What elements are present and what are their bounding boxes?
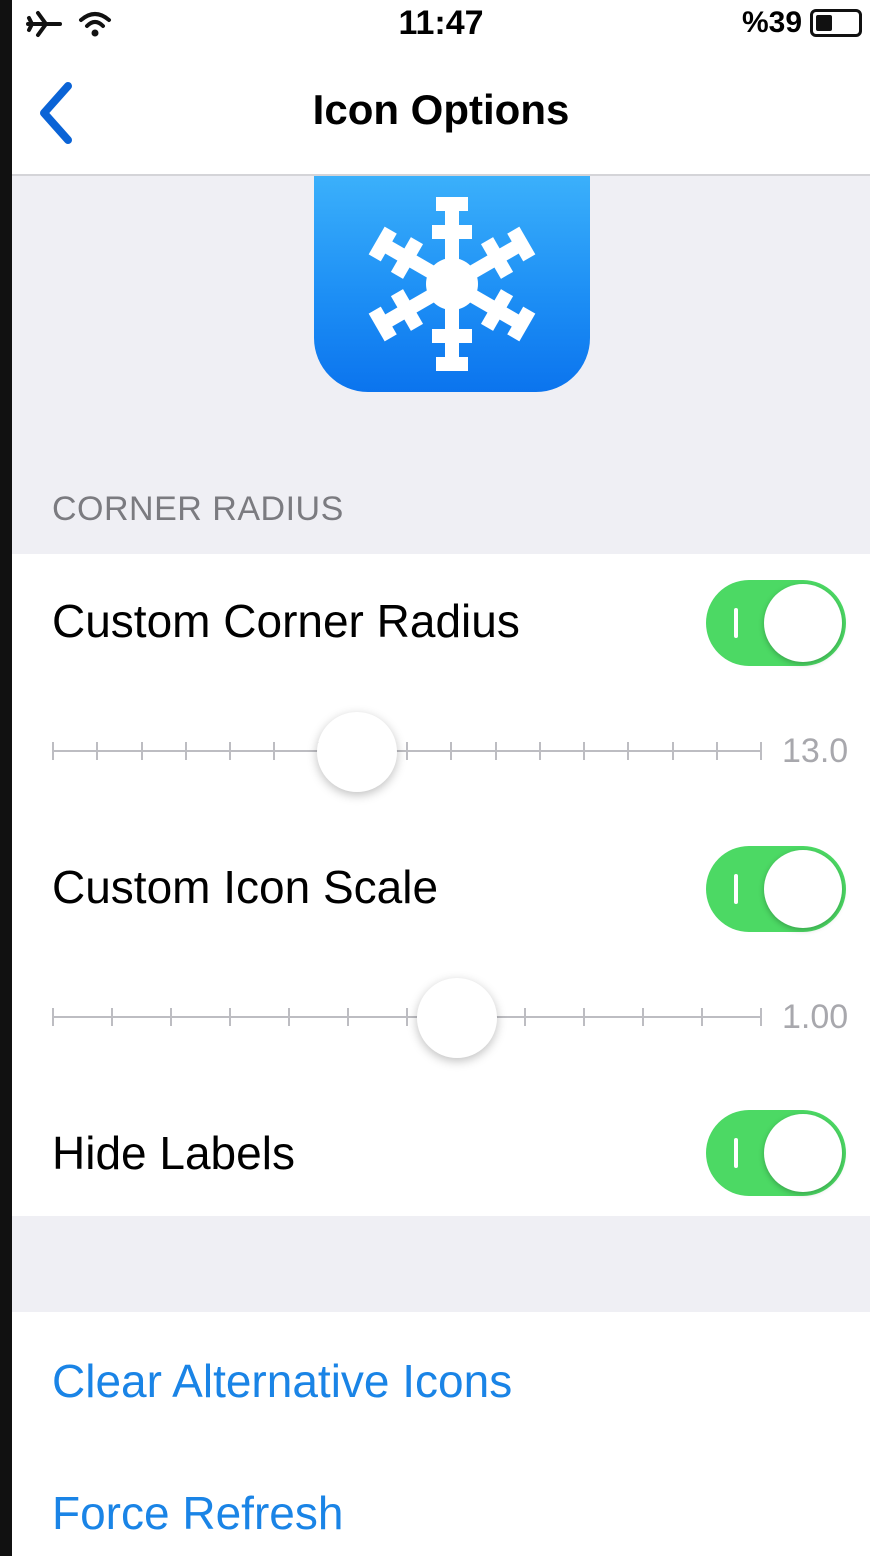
slider-tick [141,742,143,760]
snowflake-icon [352,197,552,374]
slider-tick [642,1008,644,1026]
slider-tick [701,1008,703,1026]
custom-corner-radius-label: Custom Corner Radius [52,595,520,647]
slider-tick [450,742,452,760]
corner-radius-slider[interactable] [52,706,762,796]
toggle-knob [764,850,842,928]
status-bar: 11:47 %39 [12,0,870,56]
slider-tick [760,1008,762,1026]
toggle-on-mark [734,608,738,638]
force-refresh-button[interactable]: Force Refresh [52,1486,343,1540]
status-right: %39 [742,6,862,40]
section-header-corner-radius: CORNER RADIUS [52,490,344,528]
slider-tick [288,1008,290,1026]
slider-tick [170,1008,172,1026]
battery-icon [810,9,862,37]
page-title: Icon Options [312,86,570,133]
slider-tick [111,1008,113,1026]
slider-tick [347,1008,349,1026]
slider-tick [96,742,98,760]
slider-tick [627,742,629,760]
actions-group: Clear Alternative Icons Force Refresh [12,1312,870,1556]
hide-labels-toggle[interactable] [706,1110,846,1196]
clear-alternative-icons-button[interactable]: Clear Alternative Icons [52,1354,512,1408]
slider-tick [52,1008,54,1026]
toggle-knob [764,584,842,662]
slider-tick [273,742,275,760]
slider-tick [672,742,674,760]
app-icon-preview [314,176,590,392]
slider-tick [495,742,497,760]
icon-scale-value: 1.00 [782,998,849,1036]
battery-percentage: %39 [741,6,802,39]
slider-tick [716,742,718,760]
toggle-on-mark [734,1138,738,1168]
corner-radius-value: 13.0 [782,732,849,770]
slider-tick [52,742,54,760]
slider-tick [229,742,231,760]
navigation-bar: Icon Options [12,56,870,176]
slider-tick [583,742,585,760]
slider-tick [185,742,187,760]
slider-tick [229,1008,231,1026]
slider-tick [524,1008,526,1026]
slider-tick [539,742,541,760]
hide-labels-label: Hide Labels [52,1127,295,1179]
custom-icon-scale-toggle[interactable] [706,846,846,932]
battery-fill [816,15,832,31]
custom-icon-scale-label: Custom Icon Scale [52,861,439,913]
slider-tick [406,742,408,760]
slider-tick [406,1008,408,1026]
settings-group: Custom Corner Radius 13.0 Custom Icon Sc… [12,554,870,1216]
toggle-on-mark [734,874,738,904]
custom-corner-radius-toggle[interactable] [706,580,846,666]
section-spacer [12,1216,870,1312]
slider-tick [760,742,762,760]
icon-scale-slider[interactable] [52,972,762,1062]
toggle-knob [764,1114,842,1192]
slider-thumb[interactable] [417,978,497,1058]
slider-thumb[interactable] [317,712,397,792]
slider-tick [583,1008,585,1026]
preview-area: CORNER RADIUS [12,176,870,554]
